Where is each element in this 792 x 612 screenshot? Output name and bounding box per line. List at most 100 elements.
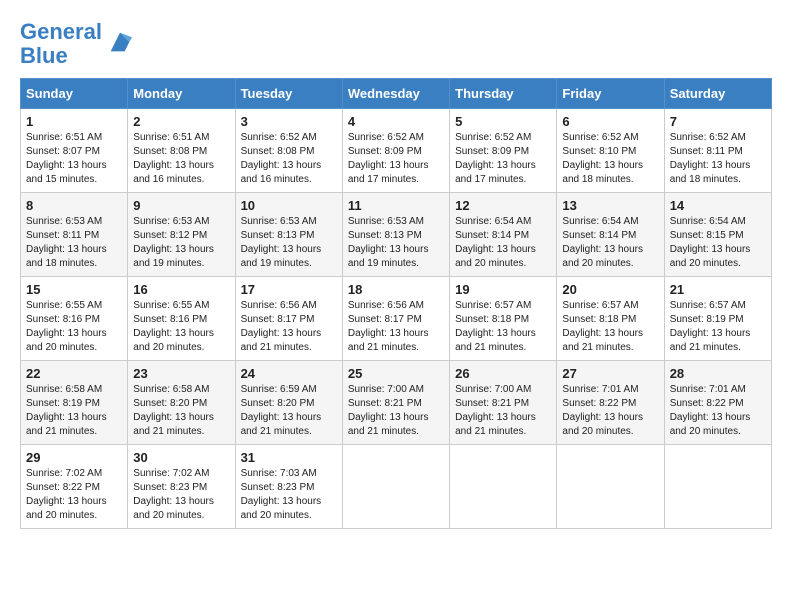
day-info: Sunrise: 6:56 AMSunset: 8:17 PMDaylight:…	[241, 299, 337, 355]
day-number: 17	[241, 282, 337, 297]
day-number: 15	[26, 282, 122, 297]
day-info: Sunrise: 7:03 AMSunset: 8:23 PMDaylight:…	[241, 467, 337, 523]
calendar-week-5: 29 Sunrise: 7:02 AMSunset: 8:22 PMDayligh…	[21, 445, 772, 529]
day-number: 18	[348, 282, 444, 297]
calendar-cell: 22Sunrise: 6:58 AMSunset: 8:19 PMDayligh…	[21, 361, 128, 445]
day-number: 1	[26, 114, 122, 129]
day-info: Sunrise: 6:52 AMSunset: 8:10 PMDaylight:…	[562, 131, 658, 187]
day-number: 14	[670, 198, 766, 213]
day-number: 6	[562, 114, 658, 129]
col-header-thursday: Thursday	[450, 79, 557, 109]
calendar-cell: 26 Sunrise: 7:00 AMSunset: 8:21 PMDayligh…	[450, 361, 557, 445]
day-number: 13	[562, 198, 658, 213]
day-info: Sunrise: 6:53 AMSunset: 8:13 PMDaylight:…	[348, 215, 444, 271]
day-info: Sunrise: 6:58 AMSunset: 8:19 PMDaylight:…	[26, 383, 122, 439]
calendar-cell: 29 Sunrise: 7:02 AMSunset: 8:22 PMDayligh…	[21, 445, 128, 529]
calendar-cell: 3 Sunrise: 6:52 AMSunset: 8:08 PMDaylight…	[235, 109, 342, 193]
calendar-cell: 15 Sunrise: 6:55 AMSunset: 8:16 PMDayligh…	[21, 277, 128, 361]
calendar-cell: 18 Sunrise: 6:56 AMSunset: 8:17 PMDayligh…	[342, 277, 449, 361]
day-info: Sunrise: 6:57 AMSunset: 8:19 PMDaylight:…	[670, 299, 766, 355]
calendar-cell: 19Sunrise: 6:57 AMSunset: 8:18 PMDayligh…	[450, 277, 557, 361]
calendar-cell: 8 Sunrise: 6:53 AMSunset: 8:11 PMDaylight…	[21, 193, 128, 277]
calendar-week-1: 1 Sunrise: 6:51 AMSunset: 8:07 PMDaylight…	[21, 109, 772, 193]
calendar-cell: 1 Sunrise: 6:51 AMSunset: 8:07 PMDaylight…	[21, 109, 128, 193]
day-info: Sunrise: 6:52 AMSunset: 8:11 PMDaylight:…	[670, 131, 766, 187]
day-number: 7	[670, 114, 766, 129]
page-header: GeneralBlue	[20, 20, 772, 68]
day-info: Sunrise: 7:00 AMSunset: 8:21 PMDaylight:…	[348, 383, 444, 439]
calendar-week-3: 15 Sunrise: 6:55 AMSunset: 8:16 PMDayligh…	[21, 277, 772, 361]
day-info: Sunrise: 6:54 AMSunset: 8:15 PMDaylight:…	[670, 215, 766, 271]
col-header-sunday: Sunday	[21, 79, 128, 109]
calendar-cell	[342, 445, 449, 529]
day-info: Sunrise: 7:01 AMSunset: 8:22 PMDaylight:…	[562, 383, 658, 439]
day-number: 29	[26, 450, 122, 465]
calendar-week-2: 8 Sunrise: 6:53 AMSunset: 8:11 PMDaylight…	[21, 193, 772, 277]
day-number: 28	[670, 366, 766, 381]
calendar-cell: 16 Sunrise: 6:55 AMSunset: 8:16 PMDayligh…	[128, 277, 235, 361]
day-number: 23	[133, 366, 229, 381]
day-info: Sunrise: 7:01 AMSunset: 8:22 PMDaylight:…	[670, 383, 766, 439]
day-info: Sunrise: 6:51 AMSunset: 8:08 PMDaylight:…	[133, 131, 229, 187]
day-info: Sunrise: 6:51 AMSunset: 8:07 PMDaylight:…	[26, 131, 122, 187]
calendar-header-row: SundayMondayTuesdayWednesdayThursdayFrid…	[21, 79, 772, 109]
day-info: Sunrise: 6:56 AMSunset: 8:17 PMDaylight:…	[348, 299, 444, 355]
day-number: 24	[241, 366, 337, 381]
day-info: Sunrise: 7:02 AMSunset: 8:22 PMDaylight:…	[26, 467, 122, 523]
day-info: Sunrise: 6:58 AMSunset: 8:20 PMDaylight:…	[133, 383, 229, 439]
day-number: 3	[241, 114, 337, 129]
day-info: Sunrise: 7:02 AMSunset: 8:23 PMDaylight:…	[133, 467, 229, 523]
calendar-cell: 12 Sunrise: 6:54 AMSunset: 8:14 PMDayligh…	[450, 193, 557, 277]
col-header-saturday: Saturday	[664, 79, 771, 109]
day-info: Sunrise: 7:00 AMSunset: 8:21 PMDaylight:…	[455, 383, 551, 439]
calendar-cell	[557, 445, 664, 529]
col-header-tuesday: Tuesday	[235, 79, 342, 109]
calendar-cell: 20Sunrise: 6:57 AMSunset: 8:18 PMDayligh…	[557, 277, 664, 361]
day-number: 11	[348, 198, 444, 213]
day-info: Sunrise: 6:52 AMSunset: 8:08 PMDaylight:…	[241, 131, 337, 187]
col-header-monday: Monday	[128, 79, 235, 109]
day-number: 16	[133, 282, 229, 297]
col-header-friday: Friday	[557, 79, 664, 109]
logo: GeneralBlue	[20, 20, 134, 68]
calendar-cell: 11 Sunrise: 6:53 AMSunset: 8:13 PMDayligh…	[342, 193, 449, 277]
day-number: 21	[670, 282, 766, 297]
day-info: Sunrise: 6:57 AMSunset: 8:18 PMDaylight:…	[455, 299, 551, 355]
calendar-cell: 21 Sunrise: 6:57 AMSunset: 8:19 PMDayligh…	[664, 277, 771, 361]
day-number: 2	[133, 114, 229, 129]
calendar-cell: 5Sunrise: 6:52 AMSunset: 8:09 PMDaylight…	[450, 109, 557, 193]
day-info: Sunrise: 6:54 AMSunset: 8:14 PMDaylight:…	[455, 215, 551, 271]
calendar-cell: 27 Sunrise: 7:01 AMSunset: 8:22 PMDayligh…	[557, 361, 664, 445]
calendar-cell: 25 Sunrise: 7:00 AMSunset: 8:21 PMDayligh…	[342, 361, 449, 445]
day-number: 30	[133, 450, 229, 465]
day-info: Sunrise: 6:55 AMSunset: 8:16 PMDaylight:…	[133, 299, 229, 355]
day-info: Sunrise: 6:53 AMSunset: 8:12 PMDaylight:…	[133, 215, 229, 271]
day-number: 27	[562, 366, 658, 381]
calendar-cell: 30 Sunrise: 7:02 AMSunset: 8:23 PMDayligh…	[128, 445, 235, 529]
logo-text: GeneralBlue	[20, 20, 102, 68]
calendar-cell: 28 Sunrise: 7:01 AMSunset: 8:22 PMDayligh…	[664, 361, 771, 445]
day-number: 8	[26, 198, 122, 213]
day-number: 25	[348, 366, 444, 381]
calendar-cell: 31 Sunrise: 7:03 AMSunset: 8:23 PMDayligh…	[235, 445, 342, 529]
calendar-cell: 10 Sunrise: 6:53 AMSunset: 8:13 PMDayligh…	[235, 193, 342, 277]
calendar-cell: 13 Sunrise: 6:54 AMSunset: 8:14 PMDayligh…	[557, 193, 664, 277]
day-number: 4	[348, 114, 444, 129]
day-number: 9	[133, 198, 229, 213]
calendar-cell: 23 Sunrise: 6:58 AMSunset: 8:20 PMDayligh…	[128, 361, 235, 445]
day-info: Sunrise: 6:57 AMSunset: 8:18 PMDaylight:…	[562, 299, 658, 355]
day-number: 12	[455, 198, 551, 213]
day-number: 26	[455, 366, 551, 381]
day-info: Sunrise: 6:53 AMSunset: 8:11 PMDaylight:…	[26, 215, 122, 271]
day-number: 10	[241, 198, 337, 213]
day-info: Sunrise: 6:53 AMSunset: 8:13 PMDaylight:…	[241, 215, 337, 271]
calendar-table: SundayMondayTuesdayWednesdayThursdayFrid…	[20, 78, 772, 529]
day-info: Sunrise: 6:54 AMSunset: 8:14 PMDaylight:…	[562, 215, 658, 271]
day-info: Sunrise: 6:52 AMSunset: 8:09 PMDaylight:…	[348, 131, 444, 187]
day-number: 31	[241, 450, 337, 465]
calendar-cell: 14 Sunrise: 6:54 AMSunset: 8:15 PMDayligh…	[664, 193, 771, 277]
calendar-cell: 4 Sunrise: 6:52 AMSunset: 8:09 PMDaylight…	[342, 109, 449, 193]
day-number: 5	[455, 114, 551, 129]
day-info: Sunrise: 6:55 AMSunset: 8:16 PMDaylight:…	[26, 299, 122, 355]
col-header-wednesday: Wednesday	[342, 79, 449, 109]
